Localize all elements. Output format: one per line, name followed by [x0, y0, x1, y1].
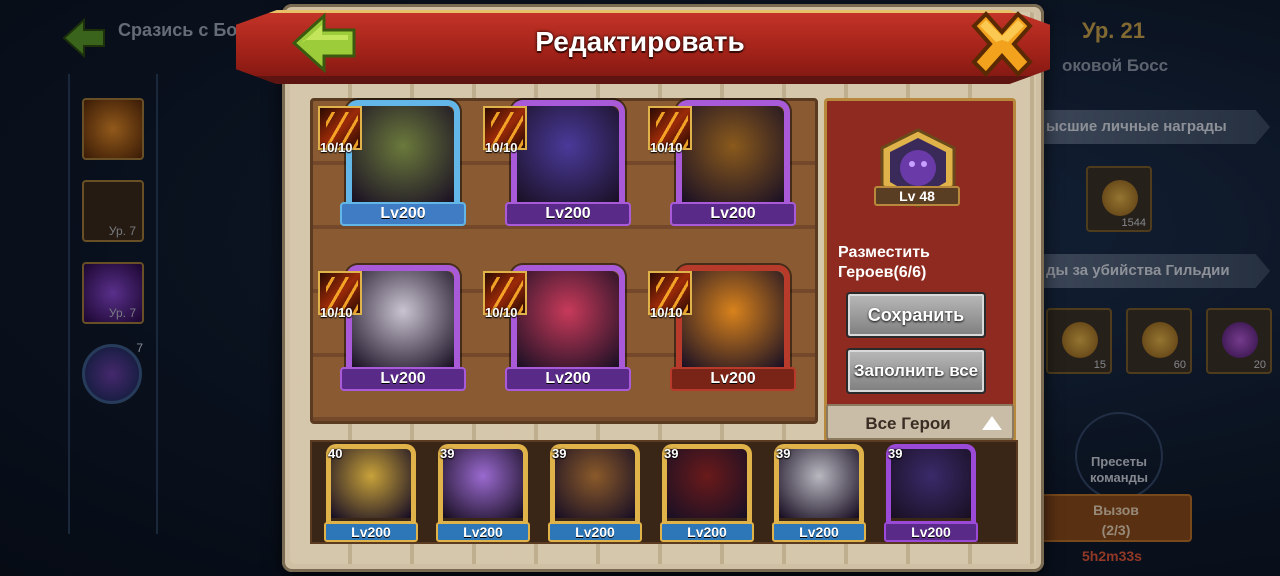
hero-level: Lv200	[772, 522, 866, 542]
team-hero-slot[interactable]: Lv200 10/10	[648, 265, 796, 391]
save-button[interactable]: Сохранить	[846, 292, 986, 338]
hero-frame	[346, 265, 460, 377]
hero-level: Lv200	[505, 202, 631, 226]
close-icon	[971, 11, 1033, 77]
hero-frame	[511, 265, 625, 377]
roster-hero[interactable]: Lv200 39	[436, 444, 530, 542]
team-hero-slot[interactable]: Lv200 10/10	[318, 100, 466, 226]
back-arrow-icon	[291, 12, 356, 74]
hero-level: Lv200	[670, 202, 796, 226]
roster-hero[interactable]: Lv200 40	[324, 444, 418, 542]
close-button[interactable]	[966, 10, 1038, 80]
back-button[interactable]	[290, 12, 360, 74]
hero-frame	[676, 265, 790, 377]
filter-label: Все Герои	[865, 414, 951, 433]
hero-level: Lv200	[324, 522, 418, 542]
roster-hero[interactable]: Lv200 39	[884, 444, 978, 542]
place-heroes-label: Разместить Героев(6/6)	[838, 244, 930, 281]
skill-count: 10/10	[320, 140, 353, 155]
hero-level: Lv200	[660, 522, 754, 542]
boss-level: Lv 48	[874, 186, 960, 206]
team-hero-slot[interactable]: Lv200 10/10	[318, 265, 466, 391]
hero-level: Lv200	[340, 202, 466, 226]
hero-filter-dropdown[interactable]: Все Герои	[826, 404, 1014, 440]
team-hero-slot[interactable]: Lv200 10/10	[648, 100, 796, 226]
skill-count: 10/10	[485, 140, 518, 155]
hero-level: Lv200	[505, 367, 631, 391]
skill-count: 10/10	[485, 305, 518, 320]
hero-level: Lv200	[548, 522, 642, 542]
skill-count: 10/10	[650, 140, 683, 155]
hero-frame	[511, 100, 625, 212]
hero-level: Lv200	[436, 522, 530, 542]
hero-level: Lv200	[670, 367, 796, 391]
fill-all-button[interactable]: Заполнить все	[846, 348, 986, 394]
hero-star-count: 39	[552, 446, 567, 461]
skill-count: 10/10	[650, 305, 683, 320]
hero-frame	[676, 100, 790, 212]
hero-frame	[346, 100, 460, 212]
hero-star-count: 39	[776, 446, 791, 461]
hero-level: Lv200	[340, 367, 466, 391]
hero-star-count: 39	[440, 446, 455, 461]
team-hero-slot[interactable]: Lv200 10/10	[483, 265, 631, 391]
hero-star-count: 39	[888, 446, 903, 461]
hero-level: Lv200	[884, 522, 978, 542]
roster-hero[interactable]: Lv200 39	[548, 444, 642, 542]
hero-roster[interactable]: Lv200 40 Lv200 39 Lv200 39 Lv200 39 Lv20…	[310, 440, 1018, 544]
skill-count: 10/10	[320, 305, 353, 320]
roster-hero[interactable]: Lv200 39	[772, 444, 866, 542]
dialog-title: Редактировать	[535, 26, 745, 57]
triangle-up-icon	[982, 416, 1002, 430]
hero-star-count: 40	[328, 446, 343, 461]
roster-hero[interactable]: Lv200 39	[660, 444, 754, 542]
hero-star-count: 39	[664, 446, 679, 461]
team-hero-slot[interactable]: Lv200 10/10	[483, 100, 631, 226]
